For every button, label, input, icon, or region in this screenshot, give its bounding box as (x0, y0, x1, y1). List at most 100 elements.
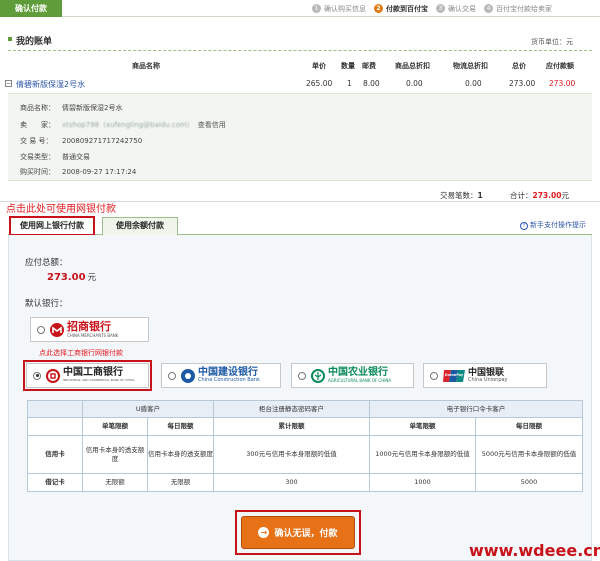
trade-count-value: 1 (477, 191, 483, 200)
cell-total: 273.00 (509, 79, 536, 88)
bank-name-block: 招商银行 CHINA MERCHANTS BANK (67, 321, 119, 339)
bank-subtitle: AGRICULTURAL BANK OF CHINA (328, 378, 392, 383)
table-row: 借记卡 无限额 无限额 300 1000 5000 (27, 473, 583, 492)
detail-buy-time: 购买时间： 2008-09-27 17:17:24 (20, 167, 136, 177)
col-price: 单价 (312, 62, 326, 70)
col-product: 商品名称 (132, 62, 160, 70)
bank-option-ccb[interactable]: 中国建设银行 China Construction Bank (161, 363, 281, 388)
unionpay-logo-icon: UnionPay (443, 369, 465, 383)
detail-product: 商品名称： 倩碧新版保湿2号水 (20, 103, 122, 113)
bank-option-abc[interactable]: 中国农业银行 AGRICULTURAL BANK OF CHINA (291, 363, 414, 388)
step-3: 3 确认交易 (436, 4, 476, 14)
detail-label: 购买时间： (20, 168, 55, 176)
bank-name: 中国农业银行 (328, 367, 388, 378)
divider (8, 50, 592, 51)
confirm-pay-button[interactable]: → 确认无误，付款 (241, 516, 355, 549)
bank-option-unionpay[interactable]: UnionPay 中国银联 China Unionpay (423, 363, 547, 388)
bank-option-icbc[interactable]: 中国工商银行 INDUSTRIAL AND COMMERCIAL BANK OF… (23, 360, 152, 391)
cell-payable: 273.00 (549, 79, 576, 88)
radio-button[interactable] (430, 371, 438, 380)
table-cell: 无限额 (147, 473, 214, 492)
detail-value: 倩碧新版保湿2号水 (62, 104, 123, 112)
step-4: 4 百付宝付款给卖家 (484, 4, 552, 14)
default-bank-label: 默认银行： (25, 299, 68, 309)
confirm-payment-tab: 确认付款 (0, 0, 62, 17)
bank-option-cmb[interactable]: 招商银行 CHINA MERCHANTS BANK (30, 317, 149, 342)
bank-name-block: 中国农业银行 AGRICULTURAL BANK OF CHINA (328, 367, 392, 384)
icbc-logo-icon (46, 368, 60, 383)
trade-count-label: 交易笔数： (440, 191, 478, 200)
col-qty: 数量 (341, 62, 355, 70)
newbie-help-link[interactable]: ? 新手支付操作提示 (520, 220, 586, 230)
table-cell: 1000元与信用卡本身限额的低值 (369, 435, 476, 474)
sub-header: 累计限额 (213, 417, 370, 436)
radio-button[interactable] (298, 371, 306, 380)
step-label: 确认购买信息 (324, 4, 366, 13)
table-cell: 信用卡本身的透支额度 (82, 435, 148, 474)
detail-seller: 卖 家： xtshop798（xufengling@baidu.com） 查看信用 (20, 120, 226, 130)
payment-tabs: 使用网上银行付款 使用余额付款 ? 新手支付操作提示 (8, 216, 592, 236)
cell-price: 265.00 (306, 79, 333, 88)
col-logistics-discount: 物流总折扣 (453, 62, 488, 70)
detail-trade-no: 交 易 号： 20080927171724275​0 (20, 136, 142, 146)
tab-balance[interactable]: 使用余额付款 (102, 217, 178, 235)
online-bank-panel: 应付总额： 273.00 元 默认银行： 招商银行 CHINA MERCHANTS… (8, 235, 592, 561)
collapse-toggle[interactable]: − (5, 80, 12, 87)
sum-unit: 元 (561, 191, 569, 200)
ccb-logo-icon (181, 368, 195, 383)
order-table: 商品名称 单价 数量 邮费 商品总折扣 物流总折扣 总价 应付款额 − 倩碧新版… (0, 59, 600, 89)
table-row: − 倩碧新版保湿2号水 265.00 1 8.00 0.00 0.00 273.… (0, 77, 600, 92)
tab-online-bank[interactable]: 使用网上银行付款 (9, 216, 95, 236)
site-watermark: www.wdeee.cn (469, 541, 600, 560)
step-1: 1 确认购买信息 (312, 4, 366, 14)
order-details: 商品名称： 倩碧新版保湿2号水 卖 家： xtshop798（xufengling@… (8, 93, 592, 181)
currency-unit: 货币单位：元 (531, 38, 573, 46)
view-credit-link[interactable]: 查看信用 (198, 121, 226, 129)
step-2: 2 付款到百付宝 (374, 4, 428, 14)
cmb-logo-icon (50, 322, 64, 337)
confirm-pay-label: 确认无误，付款 (274, 529, 338, 539)
bank-name-block: 中国工商银行 INDUSTRIAL AND COMMERCIAL BANK OF… (63, 368, 135, 383)
radio-button-selected[interactable] (33, 371, 41, 380)
detail-value: 20080927171724275​0 (62, 137, 143, 145)
bill-header: 我的账单 货币单位：元 (0, 34, 600, 48)
newbie-help-label: 新手支付操作提示 (530, 221, 586, 229)
top-step-bar: 确认付款 1 确认购买信息 2 付款到百付宝 3 确认交易 4 百付宝付款给卖家 (0, 0, 600, 17)
icbc-hint: 点此选择工商银行网银付款 (39, 349, 123, 357)
col-postage: 邮费 (362, 62, 376, 70)
card-type: 借记卡 (27, 473, 83, 492)
bank-name-block: 中国建设银行 China Construction Bank (198, 368, 260, 383)
product-link[interactable]: 倩碧新版保湿2号水 (16, 79, 85, 90)
col-goods-discount: 商品总折扣 (395, 62, 430, 70)
group-header: 柜台注册静态密码客户 (213, 400, 370, 418)
due-value: 273.00 (47, 272, 86, 283)
detail-value: 2008-09-27 17:17:24 (62, 168, 137, 176)
radio-button[interactable] (168, 371, 176, 380)
table-cell: 5000元与信用卡本身限额的低值 (475, 435, 583, 474)
table-subheader-row: 单笔限额 每日限额 累计限额 单笔限额 每日限额 (27, 417, 583, 436)
table-cell: 1000 (369, 473, 476, 492)
bank-subtitle: INDUSTRIAL AND COMMERCIAL BANK OF CHINA (63, 378, 135, 382)
sub-header: 单笔限额 (369, 417, 476, 436)
bank-subtitle: CHINA MERCHANTS BANK (67, 333, 119, 338)
bank-name: 中国工商银行 (63, 367, 123, 378)
step-number: 3 (436, 4, 445, 13)
step-label: 百付宝付款给卖家 (496, 4, 552, 13)
arrow-right-icon: → (258, 527, 270, 538)
seller-value: xtshop798（xufengling@baidu.com） (62, 121, 194, 129)
step-number: 1 (312, 4, 321, 13)
bill-title: 我的账单 (7, 34, 52, 47)
table-cell: 5000 (475, 473, 583, 492)
sum-label: 合计： (510, 191, 533, 200)
due-unit: 元 (87, 273, 97, 283)
card-type: 信用卡 (27, 435, 83, 474)
cell-goods-discount: 0.00 (406, 79, 423, 88)
radio-button[interactable] (37, 325, 45, 334)
detail-value: 普通交易 (62, 153, 90, 161)
table-header-row: U盾客户 柜台注册静态密码客户 电子银行口令卡客户 (27, 400, 583, 418)
sum-value: 273.00 (532, 191, 562, 200)
detail-trade-type: 交易类型： 普通交易 (20, 152, 90, 162)
step-label: 付款到百付宝 (386, 4, 428, 13)
detail-label: 商品名称： (20, 104, 55, 112)
table-cell: 300 (213, 473, 370, 492)
